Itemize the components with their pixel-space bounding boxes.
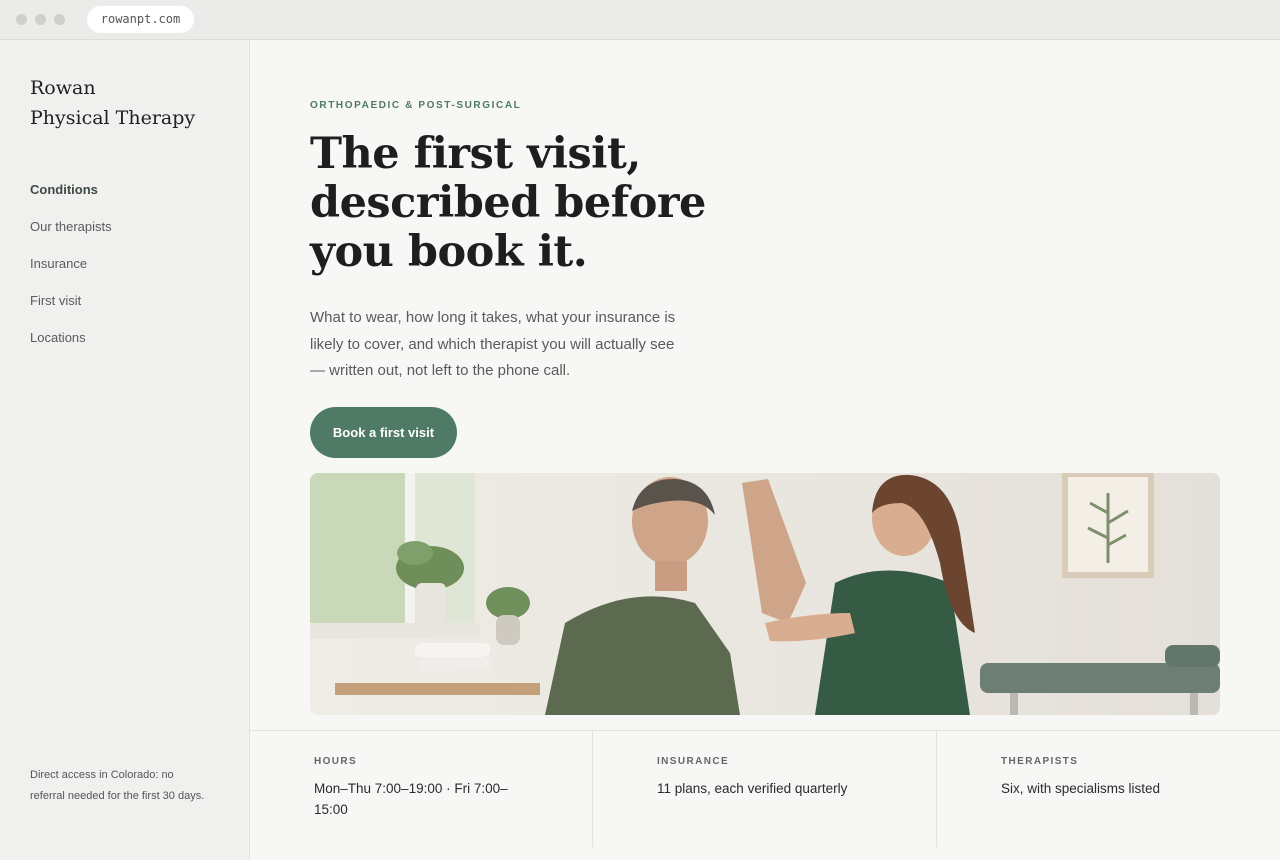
info-hours: HOURS Mon–Thu 7:00–19:00 · Fri 7:00–15:0…	[250, 731, 593, 847]
brand-logo[interactable]: Rowan Physical Therapy	[30, 73, 230, 133]
hero-lede: What to wear, how long it takes, what yo…	[310, 309, 676, 379]
nav-item-insurance[interactable]: Insurance	[30, 254, 112, 291]
info-value: 11 plans, each verified quarterly	[657, 781, 848, 796]
nav-item-our-therapists[interactable]: Our therapists	[30, 217, 112, 254]
nav-item-first-visit[interactable]: First visit	[30, 291, 112, 328]
sidebar-nav: Conditions Our therapists Insurance Firs…	[30, 180, 112, 365]
info-label: INSURANCE	[657, 756, 730, 767]
info-insurance: INSURANCE 11 plans, each verified quarte…	[593, 731, 937, 847]
info-label: THERAPISTS	[1001, 756, 1079, 767]
window-close-dot[interactable]	[16, 14, 27, 25]
window-maximize-dot[interactable]	[54, 14, 65, 25]
info-strip: HOURS Mon–Thu 7:00–19:00 · Fri 7:00–15:0…	[250, 730, 1280, 860]
info-therapists: THERAPISTS Six, with specialisms listed	[937, 731, 1280, 847]
info-value: Mon–Thu 7:00–19:00 · Fri 7:00–15:00	[314, 781, 508, 817]
address-bar[interactable]: rowanpt.com	[87, 6, 194, 33]
nav-item-conditions[interactable]: Conditions	[30, 180, 112, 217]
nav-item-locations[interactable]: Locations	[30, 328, 112, 365]
window-minimize-dot[interactable]	[35, 14, 46, 25]
brand-name-line2: Physical Therapy	[30, 107, 196, 129]
therapy-session-photo	[310, 473, 1220, 715]
direct-access-note: Direct access in Colorado: no referral n…	[30, 769, 205, 802]
info-label: HOURS	[314, 756, 358, 767]
book-first-visit-button[interactable]: Book a first visit	[310, 407, 457, 458]
hero-eyebrow: ORTHOPAEDIC & POST-SURGICAL	[310, 100, 522, 111]
sidebar: Rowan Physical Therapy Conditions Our th…	[0, 40, 250, 860]
photo-illustration	[310, 473, 1220, 715]
browser-chrome: rowanpt.com	[0, 0, 1280, 40]
page-title: The first visit, described before you bo…	[310, 129, 706, 277]
brand-name-line1: Rowan	[30, 77, 96, 99]
info-value: Six, with specialisms listed	[1001, 781, 1161, 796]
